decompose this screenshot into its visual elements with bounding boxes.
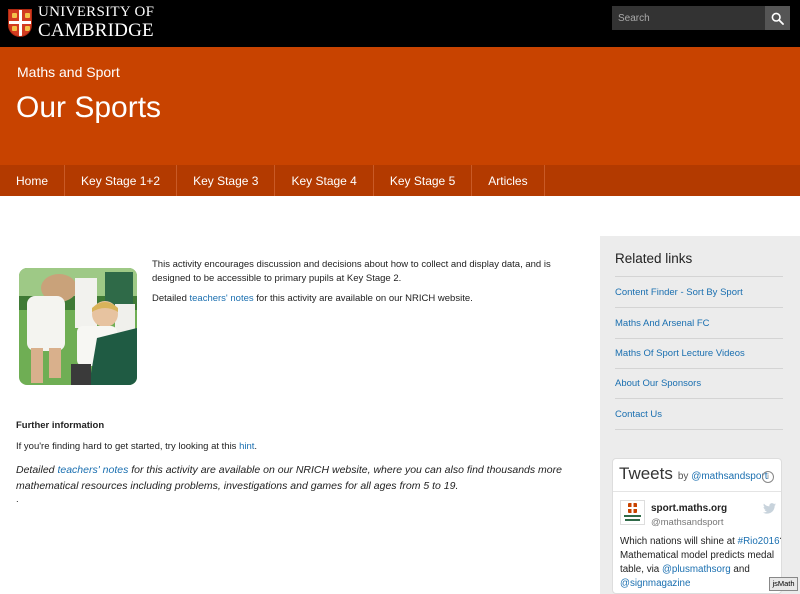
children-sports-photo — [19, 268, 137, 385]
related-link-content-finder[interactable]: Content Finder - Sort By Sport — [615, 287, 783, 308]
twitter-bird-icon[interactable] — [763, 503, 776, 514]
page-title: Our Sports — [16, 91, 162, 124]
related-links-heading: Related links — [615, 251, 693, 266]
tweet-hashtag[interactable]: #Rio2016 — [738, 536, 780, 547]
related-link-contact[interactable]: Contact Us — [615, 409, 783, 430]
twitter-widget: Tweets by @mathsandsport i sport.maths.o… — [612, 458, 782, 594]
detail-before: Detailed — [16, 464, 58, 476]
sidebar-divider — [615, 276, 783, 277]
nav-item-key-stage-3[interactable]: Key Stage 3 — [177, 165, 276, 196]
tweets-title: Tweets — [619, 464, 673, 483]
related-link-sponsors[interactable]: About Our Sponsors — [615, 378, 783, 399]
info-icon[interactable]: i — [762, 471, 774, 483]
nav-item-articles[interactable]: Articles — [472, 165, 545, 196]
trailing-dot: . — [16, 494, 19, 505]
top-bar: UNIVERSITY OF CAMBRIDGE — [0, 0, 800, 47]
hint-line: If you're finding hard to get started, t… — [16, 441, 596, 452]
logo-line-2: CAMBRIDGE — [38, 20, 154, 41]
further-information: Further information If you're finding ha… — [16, 420, 596, 505]
tweet-text-1: Which nations will shine at — [620, 536, 738, 547]
logo-text: UNIVERSITY OF CAMBRIDGE — [38, 4, 155, 41]
tweets-by: by @mathsandsport — [678, 471, 768, 482]
tweets-divider — [613, 491, 781, 492]
nav-item-key-stage-4[interactable]: Key Stage 4 — [275, 165, 374, 196]
teachers-notes-link-2[interactable]: teachers' notes — [57, 464, 128, 476]
intro-paragraph-1: This activity encourages discussion and … — [152, 259, 551, 284]
tweet-mention-2[interactable]: @signmagazine — [620, 578, 690, 589]
hint-before: If you're finding hard to get started, t… — [16, 441, 240, 452]
tweets-header: Tweets by @mathsandsport — [619, 464, 768, 484]
jsmath-badge[interactable]: jsMath — [769, 577, 798, 591]
page-banner: Maths and Sport Our Sports — [0, 47, 800, 165]
related-link-maths-arsenal[interactable]: Maths And Arsenal FC — [615, 318, 783, 339]
nav-item-key-stage-5[interactable]: Key Stage 5 — [374, 165, 473, 196]
tweets-by-handle[interactable]: @mathsandsport — [691, 471, 767, 482]
intro-paragraph-2: Detailed teachers' notes for this activi… — [152, 292, 572, 306]
search-button[interactable] — [765, 6, 790, 30]
search-icon — [771, 12, 784, 25]
teachers-notes-link[interactable]: teachers' notes — [190, 293, 254, 304]
tweet-user-handle[interactable]: @mathsandsport — [651, 517, 723, 528]
search-box — [612, 6, 790, 30]
tweet-text: Which nations will shine at #Rio2016? Ma… — [620, 535, 781, 591]
detail-paragraph: Detailed teachers' notes for this activi… — [16, 462, 596, 494]
university-logo[interactable]: UNIVERSITY OF CAMBRIDGE — [8, 5, 154, 40]
related-link-lecture-videos[interactable]: Maths Of Sport Lecture Videos — [615, 348, 783, 369]
tweets-by-label: by — [677, 471, 689, 482]
intro-text: This activity encourages discussion and … — [152, 258, 572, 312]
site-subtitle[interactable]: Maths and Sport — [17, 64, 120, 80]
hint-link[interactable]: hint — [239, 441, 254, 452]
hint-after: . — [254, 441, 258, 452]
tweet-text-3: and — [730, 564, 750, 575]
logo-line-1: UNIVERSITY OF — [38, 4, 155, 20]
main-nav: Home Key Stage 1+2 Key Stage 3 Key Stage… — [0, 165, 800, 196]
avatar[interactable] — [620, 500, 645, 525]
further-heading: Further information — [16, 420, 105, 431]
nav-item-key-stage-1-2[interactable]: Key Stage 1+2 — [65, 165, 178, 196]
search-input[interactable] — [612, 6, 765, 30]
cambridge-shield-icon — [8, 8, 32, 37]
intro-p2-before: Detailed — [152, 293, 190, 304]
intro-p2-after: for this activity are available on our N… — [253, 293, 473, 304]
tweet-mention-1[interactable]: @plusmathsorg — [662, 564, 731, 575]
nav-item-home[interactable]: Home — [0, 165, 66, 196]
tweet-user-name[interactable]: sport.maths.org — [651, 503, 727, 514]
